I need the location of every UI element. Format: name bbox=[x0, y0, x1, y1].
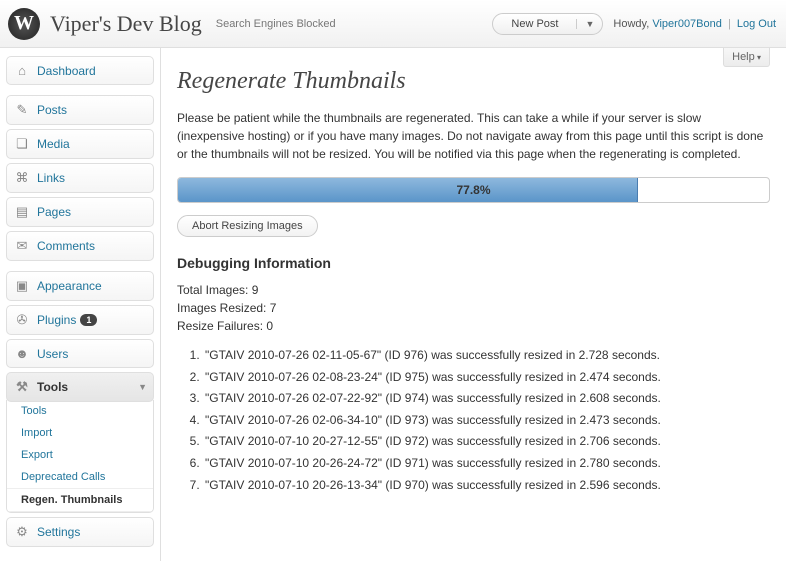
logout-link[interactable]: Log Out bbox=[737, 18, 776, 30]
sidebar-item-users[interactable]: ☻Users bbox=[6, 339, 154, 368]
log-entry: "GTAIV 2010-07-26 02-07-22-92" (ID 974) … bbox=[203, 388, 770, 410]
chevron-down-icon: ▼ bbox=[138, 382, 147, 392]
plugin-icon: ✇ bbox=[13, 312, 31, 328]
submenu-item-tools[interactable]: Tools bbox=[7, 400, 153, 422]
sidebar-item-dashboard[interactable]: ⌂Dashboard bbox=[6, 56, 154, 85]
resize-log: "GTAIV 2010-07-26 02-11-05-67" (ID 976) … bbox=[177, 345, 770, 496]
log-entry: "GTAIV 2010-07-26 02-11-05-67" (ID 976) … bbox=[203, 345, 770, 367]
settings-icon: ⚙ bbox=[13, 524, 31, 540]
page-title: Regenerate Thumbnails bbox=[177, 58, 770, 109]
main-content: Help Regenerate Thumbnails Please be pat… bbox=[161, 48, 786, 561]
resize-failures-value: 0 bbox=[266, 319, 273, 333]
sidebar-item-appearance[interactable]: ▣Appearance bbox=[6, 271, 154, 301]
appearance-icon: ▣ bbox=[13, 278, 31, 294]
submenu-item-deprecated[interactable]: Deprecated Calls bbox=[7, 466, 153, 488]
submenu-item-export[interactable]: Export bbox=[7, 444, 153, 466]
abort-button[interactable]: Abort Resizing Images bbox=[177, 215, 318, 237]
tools-submenu: Tools Import Export Deprecated Calls Reg… bbox=[6, 400, 154, 513]
log-entry: "GTAIV 2010-07-26 02-08-23-24" (ID 975) … bbox=[203, 367, 770, 389]
new-post-button[interactable]: New Post ▼ bbox=[492, 13, 603, 35]
username-link[interactable]: Viper007Bond bbox=[652, 18, 722, 30]
search-blocked-notice[interactable]: Search Engines Blocked bbox=[216, 18, 336, 30]
help-tab[interactable]: Help bbox=[723, 48, 770, 67]
log-entry: "GTAIV 2010-07-26 02-06-34-10" (ID 973) … bbox=[203, 410, 770, 432]
site-title[interactable]: Viper's Dev Blog bbox=[50, 11, 202, 37]
sidebar-item-media[interactable]: ❏Media bbox=[6, 129, 154, 159]
intro-text: Please be patient while the thumbnails a… bbox=[177, 109, 770, 163]
sidebar-item-plugins[interactable]: ✇Plugins1 bbox=[6, 305, 154, 335]
total-images-value: 9 bbox=[252, 283, 259, 297]
sidebar-item-comments[interactable]: ✉Comments bbox=[6, 231, 154, 261]
sidebar-item-pages[interactable]: ▤Pages bbox=[6, 197, 154, 227]
progress-bar-container: 77.8% bbox=[177, 177, 770, 203]
sidebar-item-links[interactable]: ⌘Links bbox=[6, 163, 154, 193]
sidebar-item-posts[interactable]: ✎Posts bbox=[6, 95, 154, 125]
page-icon: ▤ bbox=[13, 204, 31, 220]
tools-icon: ⚒ bbox=[13, 379, 31, 395]
users-icon: ☻ bbox=[13, 346, 31, 361]
chevron-down-icon[interactable]: ▼ bbox=[576, 19, 602, 29]
comment-icon: ✉ bbox=[13, 238, 31, 254]
media-icon: ❏ bbox=[13, 136, 31, 152]
log-entry: "GTAIV 2010-07-10 20-26-13-34" (ID 970) … bbox=[203, 475, 770, 497]
log-entry: "GTAIV 2010-07-10 20-27-12-55" (ID 972) … bbox=[203, 431, 770, 453]
home-icon: ⌂ bbox=[13, 63, 31, 78]
user-greeting: Howdy, Viper007Bond | Log Out bbox=[613, 18, 776, 30]
wp-logo-icon[interactable]: W bbox=[8, 8, 40, 40]
images-resized-value: 7 bbox=[270, 301, 277, 315]
sidebar-item-tools[interactable]: ⚒Tools▼ bbox=[6, 372, 154, 402]
admin-header: W Viper's Dev Blog Search Engines Blocke… bbox=[0, 0, 786, 48]
stats-block: Total Images: 9 Images Resized: 7 Resize… bbox=[177, 281, 770, 335]
new-post-label: New Post bbox=[493, 18, 576, 30]
pin-icon: ✎ bbox=[13, 102, 31, 118]
submenu-item-import[interactable]: Import bbox=[7, 422, 153, 444]
log-entry: "GTAIV 2010-07-10 20-26-24-72" (ID 971) … bbox=[203, 453, 770, 475]
plugins-update-badge: 1 bbox=[80, 314, 97, 326]
admin-sidebar: ⌂Dashboard ✎Posts ❏Media ⌘Links ▤Pages ✉… bbox=[0, 48, 161, 561]
progress-percent-text: 77.8% bbox=[178, 178, 769, 202]
debug-heading: Debugging Information bbox=[177, 255, 770, 271]
submenu-item-regen-thumbnails[interactable]: Regen. Thumbnails bbox=[7, 488, 153, 512]
link-icon: ⌘ bbox=[13, 170, 31, 186]
